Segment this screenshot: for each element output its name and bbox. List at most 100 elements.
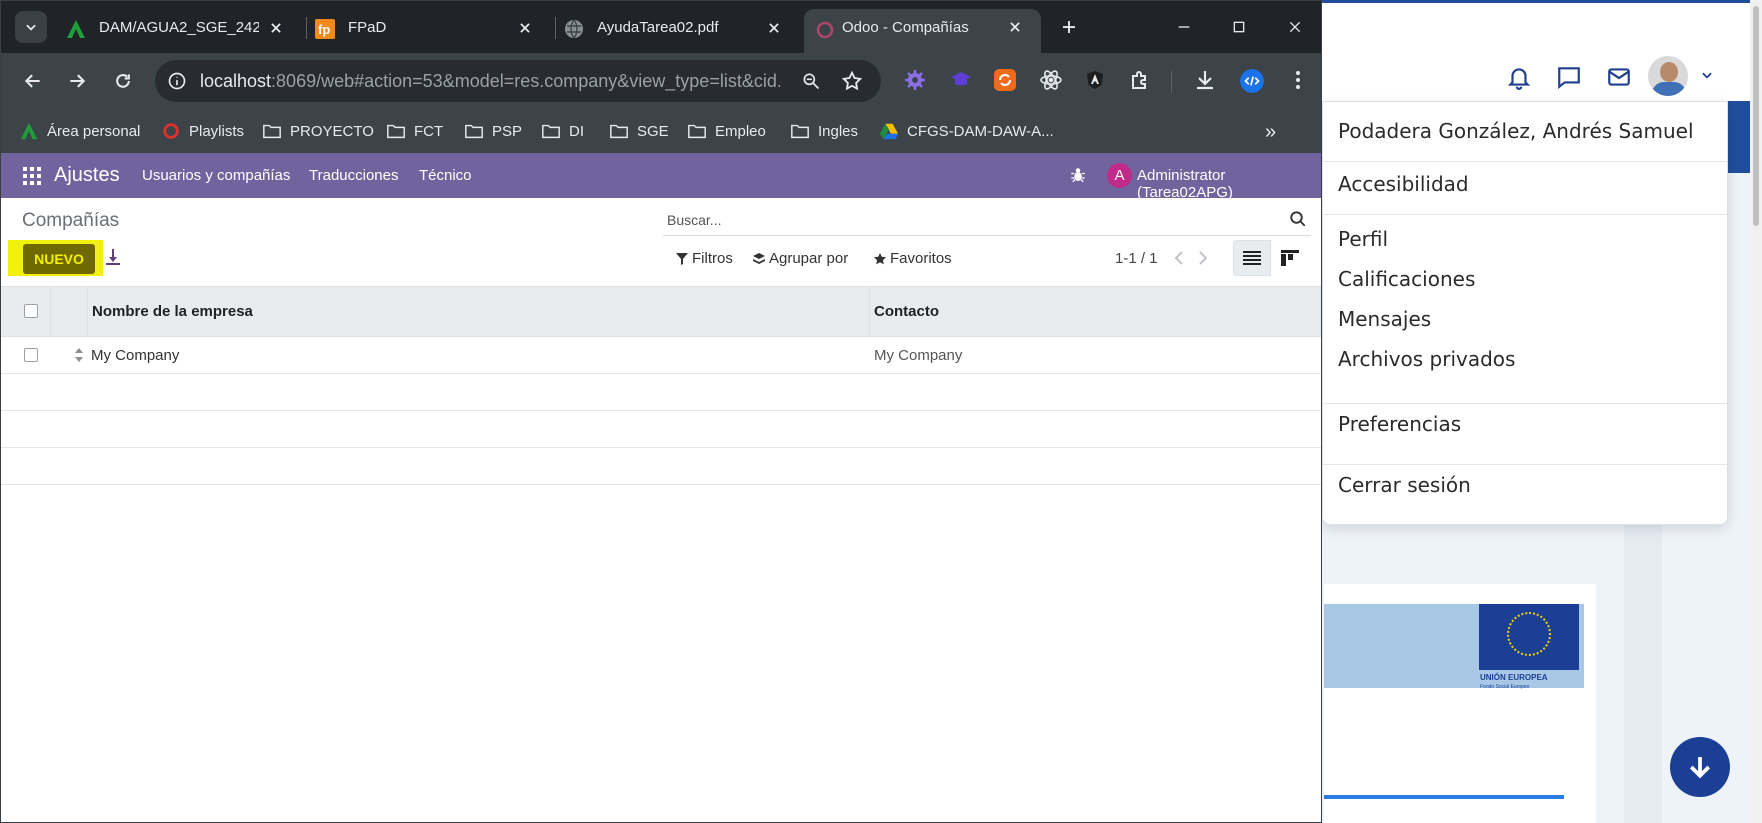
reload-icon [116, 74, 130, 88]
table-row[interactable]: My Company My Company [1, 337, 1321, 374]
select-all-checkbox[interactable] [24, 304, 38, 318]
filters-label: Filtros [692, 250, 733, 267]
list-view-button[interactable] [1233, 240, 1271, 276]
avatar-shirt [1652, 82, 1686, 96]
bookmark-area-personal[interactable]: Área personal [19, 117, 140, 145]
new-tab-button[interactable] [1055, 13, 1083, 41]
minimize-button[interactable] [1170, 13, 1198, 41]
profile-avatar[interactable] [1646, 54, 1690, 98]
tab-strip: DAM/AGUA2_SGE_2425_ fp FPaD AyudaTarea02… [1, 1, 1321, 53]
graduation-cap-icon[interactable] [949, 68, 973, 92]
reload-button[interactable] [109, 67, 137, 95]
bell-icon[interactable] [1506, 64, 1532, 90]
site-info-icon[interactable] [167, 71, 187, 91]
bookmark-label: SGE [637, 122, 669, 140]
bookmark-di[interactable]: DI [541, 117, 584, 145]
tab-fpad[interactable]: fp FPaD [314, 9, 550, 53]
bookmark-proyecto[interactable]: PROYECTO [262, 117, 374, 145]
more-menu-icon[interactable] [1286, 68, 1310, 92]
new-button[interactable]: NUEVO [23, 244, 95, 274]
page-scrollbar[interactable] [1750, 0, 1762, 823]
green-a-icon [65, 18, 87, 40]
folder-icon [687, 121, 707, 141]
column-separator [87, 287, 88, 336]
address-bar[interactable]: localhost:8069/web#action=53&model=res.c… [155, 60, 881, 102]
maximize-button[interactable] [1225, 13, 1253, 41]
tab-dam[interactable]: DAM/AGUA2_SGE_2425_ [65, 9, 301, 53]
puzzle-extensions-icon[interactable] [1129, 68, 1153, 92]
menu-item-private-files[interactable]: Archivos privados [1338, 347, 1515, 371]
scroll-down-button[interactable] [1670, 737, 1730, 797]
gear-extension-icon[interactable] [903, 68, 927, 92]
mail-icon[interactable] [1606, 64, 1632, 90]
list-empty-area [1, 485, 1321, 822]
chat-icon[interactable] [1556, 64, 1582, 90]
app-name[interactable]: Ajustes [54, 164, 120, 187]
tab-odoo-active[interactable]: Odoo - Compañías [804, 9, 1041, 53]
tab-ayuda-pdf[interactable]: AyudaTarea02.pdf [563, 9, 799, 53]
code-extension-icon[interactable] [1239, 68, 1264, 93]
menu-item-accessibility[interactable]: Accesibilidad [1338, 172, 1469, 196]
search-box[interactable] [663, 204, 1311, 236]
menu-divider [1323, 403, 1727, 404]
download-icon[interactable] [1193, 68, 1217, 92]
user-avatar[interactable]: A [1107, 163, 1132, 188]
search-icon[interactable] [1289, 210, 1307, 228]
bookmark-ingles[interactable]: Ingles [790, 117, 858, 145]
apps-grid-icon[interactable] [23, 167, 41, 185]
bookmark-star-icon[interactable] [841, 70, 863, 92]
close-window-button[interactable] [1281, 13, 1309, 41]
bookmarks-overflow-button[interactable]: » [1265, 121, 1276, 144]
menu-item-preferences[interactable]: Preferencias [1338, 412, 1461, 436]
pager-value[interactable]: 1-1 / 1 [1115, 250, 1158, 267]
bookmark-label: Empleo [715, 122, 766, 140]
chevron-down-icon [26, 24, 36, 31]
menu-technical[interactable]: Técnico [419, 167, 472, 184]
angular-extension-icon[interactable] [1083, 68, 1107, 92]
star-icon [873, 252, 887, 266]
menu-item-messages[interactable]: Mensajes [1338, 307, 1431, 331]
export-download-icon[interactable] [105, 248, 121, 266]
menu-users-companies[interactable]: Usuarios y compañías [142, 167, 290, 184]
close-tab-icon[interactable] [1008, 20, 1030, 42]
menu-item-logout[interactable]: Cerrar sesión [1338, 473, 1471, 497]
bookmark-cfgs-drive[interactable]: CFGS-DAM-DAW-A... [879, 117, 1054, 145]
user-name[interactable]: Administrator (Tarea02APG) [1137, 167, 1321, 201]
bookmark-fct[interactable]: FCT [386, 117, 443, 145]
bug-icon[interactable] [1069, 166, 1087, 184]
filters-button[interactable]: Filtros [675, 250, 733, 267]
column-header-contact[interactable]: Contacto [874, 303, 939, 320]
user-dropdown-menu: Podadera González, Andrés Samuel Accesib… [1322, 101, 1728, 525]
chevron-down-icon[interactable] [1700, 68, 1714, 85]
close-tab-icon[interactable] [763, 17, 785, 39]
chevron-left-icon[interactable] [1171, 248, 1187, 268]
cell-contact: My Company [874, 347, 963, 364]
forward-button[interactable] [63, 67, 91, 95]
bookmark-empleo[interactable]: Empleo [687, 117, 766, 145]
scrollbar-thumb[interactable] [1753, 6, 1759, 226]
menu-item-grades[interactable]: Calificaciones [1338, 267, 1475, 291]
sync-extension-icon[interactable] [993, 68, 1017, 92]
url-text[interactable]: localhost:8069/web#action=53&model=res.c… [200, 71, 780, 92]
close-tab-icon[interactable] [514, 17, 536, 39]
favorites-button[interactable]: Favoritos [873, 250, 952, 267]
close-tab-icon[interactable] [265, 17, 287, 39]
kanban-view-button[interactable] [1271, 240, 1309, 276]
menu-item-profile[interactable]: Perfil [1338, 227, 1388, 251]
bookmark-playlists[interactable]: Playlists [161, 117, 244, 145]
react-devtools-icon[interactable] [1039, 68, 1063, 92]
toolbar-separator [1171, 71, 1172, 93]
tab-title: FPaD [348, 19, 387, 36]
bookmark-sge[interactable]: SGE [609, 117, 669, 145]
menu-translations[interactable]: Traducciones [309, 167, 399, 184]
zoom-icon[interactable] [801, 71, 821, 91]
search-input[interactable] [667, 209, 1267, 231]
row-checkbox[interactable] [24, 348, 38, 362]
bookmark-psp[interactable]: PSP [464, 117, 522, 145]
chevron-right-icon[interactable] [1195, 248, 1211, 268]
drag-handle-icon[interactable] [74, 347, 84, 363]
back-button[interactable] [19, 67, 47, 95]
group-by-button[interactable]: Agrupar por [752, 250, 848, 267]
tab-search-button[interactable] [15, 11, 47, 43]
column-header-company-name[interactable]: Nombre de la empresa [92, 303, 253, 320]
